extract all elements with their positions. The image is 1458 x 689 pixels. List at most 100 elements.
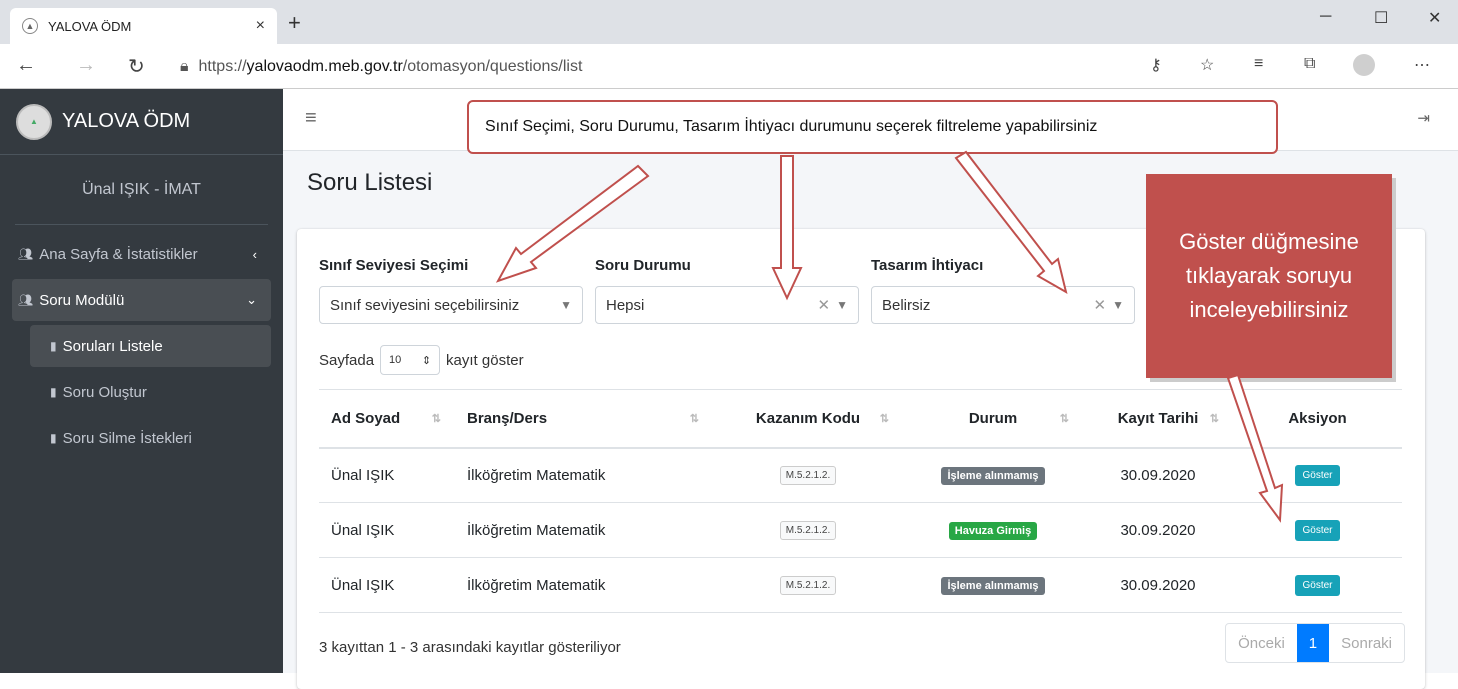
code-badge: M.5.2.1.2. xyxy=(779,576,837,595)
cell-name: Ünal IŞIK xyxy=(319,502,455,558)
minimize-icon[interactable]: ─ xyxy=(1320,8,1331,26)
chevron-left-icon: ‹ xyxy=(252,246,257,262)
cell-name: Ünal IŞIK xyxy=(319,447,455,503)
user-name: Ünal IŞIK - İMAT xyxy=(82,180,201,198)
chevron-down-icon: ⌄ xyxy=(246,292,257,307)
clear-icon[interactable]: ✕ xyxy=(818,296,831,314)
sort-icon: ⇅ xyxy=(1209,413,1219,425)
page-title: Soru Listesi xyxy=(307,169,433,196)
column-header-status[interactable]: Durum ⇅ xyxy=(903,389,1083,449)
chevron-down-icon: ▼ xyxy=(836,298,848,312)
sidebar-item-question-module[interactable]: 👥︎ Soru Modülü ⌄ xyxy=(12,279,271,321)
sidebar-item-list-questions[interactable]: ▮ Soruları Listele xyxy=(30,325,271,367)
show-annotation-callout: Göster düğmesine tıklayarak soruyu incel… xyxy=(1146,174,1392,378)
more-menu-icon[interactable]: ⋯ xyxy=(1414,55,1430,75)
url-host: yalovaodm.meb.gov.tr xyxy=(246,58,403,75)
url-prefix: https:// xyxy=(198,58,247,75)
favorite-star-icon[interactable]: ☆ xyxy=(1200,55,1214,75)
user-panel[interactable]: Ünal IŞIK - İMAT xyxy=(15,155,268,225)
design-filter-select[interactable]: Belirsiz ✕ ▼ xyxy=(871,286,1135,324)
users-icon: 👥︎ xyxy=(18,293,34,307)
sidebar-nav: 👥︎ Ana Sayfa & İstatistikler ‹ 👥︎ Soru M… xyxy=(0,225,283,471)
column-header-name[interactable]: Ad Soyad ⇅ xyxy=(319,389,455,449)
url-path: /otomasyon/questions/list xyxy=(402,58,583,75)
column-header-date[interactable]: Kayıt Tarihi ⇅ xyxy=(1083,389,1233,449)
filter-annotation-callout: Sınıf Seçimi, Soru Durumu, Tasarım İhtiy… xyxy=(467,100,1278,154)
browser-tab-title: YALOVA ÖDM xyxy=(48,18,132,34)
site-favicon-icon: ▲ xyxy=(22,18,38,34)
page-length-value: 10 xyxy=(389,354,402,366)
design-filter-value: Belirsiz xyxy=(882,296,931,314)
updown-icon: ⇕ xyxy=(421,354,432,367)
status-badge: Havuza Girmiş xyxy=(948,521,1038,540)
table-row: Ünal IŞIK İlköğretim Matematik M.5.2.1.2… xyxy=(319,502,1402,558)
cell-branch: İlköğretim Matematik xyxy=(455,557,713,613)
status-badge: İşleme alınmamış xyxy=(941,576,1045,595)
previous-page-button[interactable]: Önceki xyxy=(1226,624,1297,662)
profile-avatar[interactable] xyxy=(1353,54,1375,76)
sort-icon: ⇅ xyxy=(431,413,441,425)
sort-icon: ⇅ xyxy=(879,413,889,425)
lock-icon: 🔒︎ xyxy=(180,58,189,75)
sidebar-item-label: Soru Oluştur xyxy=(62,383,147,401)
code-badge: M.5.2.1.2. xyxy=(779,521,837,540)
logout-icon[interactable]: ⇥ xyxy=(1417,109,1430,127)
close-tab-icon[interactable]: × xyxy=(256,17,265,35)
cell-branch: İlköğretim Matematik xyxy=(455,502,713,558)
question-table: Ad Soyad ⇅ Branş/Ders ⇅ Kazanım Kodu ⇅ Duru… xyxy=(319,389,1402,613)
address-bar[interactable]: 🔒︎ https://yalovaodm.meb.gov.tr/otomasyo… xyxy=(180,53,1240,81)
collections-icon[interactable]: ⧉ xyxy=(1304,55,1315,73)
sidebar-item-dashboard[interactable]: 👥︎ Ana Sayfa & İstatistikler ‹ xyxy=(12,233,271,275)
class-filter-label: Sınıf Seviyesi Seçimi xyxy=(319,257,469,274)
page-length-prefix: Sayfada xyxy=(319,351,375,369)
chevron-down-icon: ▼ xyxy=(560,298,572,312)
sidebar-item-label: Soru Silme İstekleri xyxy=(62,429,192,447)
menu-toggle-icon[interactable]: ≡ xyxy=(305,107,317,130)
table-info: 3 kayıttan 1 - 3 arasındaki kayıtlar gös… xyxy=(319,639,621,656)
sidebar-item-delete-requests[interactable]: ▮ Soru Silme İstekleri xyxy=(30,417,271,459)
chevron-down-icon: ▼ xyxy=(1112,298,1124,312)
class-filter-select[interactable]: Sınıf seviyesini seçebilirsiniz ▼ xyxy=(319,286,583,324)
show-button[interactable]: Göster xyxy=(1295,519,1340,541)
new-tab-button[interactable]: + xyxy=(288,10,301,36)
sort-icon: ⇅ xyxy=(1059,413,1069,425)
sidebar-item-create-question[interactable]: ▮ Soru Oluştur xyxy=(30,371,271,413)
clear-icon[interactable]: ✕ xyxy=(1094,296,1107,314)
code-badge: M.5.2.1.2. xyxy=(779,466,837,486)
refresh-icon[interactable]: ↻ xyxy=(128,54,145,79)
key-icon[interactable]: ⚷ xyxy=(1150,55,1162,75)
sidebar-item-label: Soruları Listele xyxy=(62,337,163,355)
sort-icon: ⇅ xyxy=(689,413,699,425)
forward-icon[interactable]: → xyxy=(76,54,96,77)
cell-date: 30.09.2020 xyxy=(1083,447,1233,503)
sidebar: ▲ YALOVA ÖDM Ünal IŞIK - İMAT 👥︎ Ana Say… xyxy=(0,89,283,673)
page-1-button[interactable]: 1 xyxy=(1296,624,1330,662)
show-button[interactable]: Göster xyxy=(1295,574,1340,596)
class-filter-value: Sınıf seviyesini seçebilirsiniz xyxy=(330,296,520,314)
pagination: Önceki 1 Sonraki xyxy=(1225,623,1405,663)
status-filter-select[interactable]: Hepsi ✕ ▼ xyxy=(595,286,859,324)
window-close-icon[interactable]: ✕ xyxy=(1428,8,1441,28)
maximize-icon[interactable]: ☐ xyxy=(1374,8,1388,28)
cell-name: Ünal IŞIK xyxy=(319,557,455,613)
sidebar-item-label: Ana Sayfa & İstatistikler xyxy=(39,245,198,263)
brand-logo-icon: ▲ xyxy=(16,103,52,140)
status-filter-label: Soru Durumu xyxy=(595,257,691,274)
design-filter-label: Tasarım İhtiyacı xyxy=(871,257,984,274)
column-header-action: Aksiyon xyxy=(1233,389,1402,449)
favorites-list-icon[interactable]: ≡ xyxy=(1254,55,1263,73)
status-badge: İşleme alınmamış xyxy=(941,466,1045,485)
page-length-select[interactable]: 10 ⇕ xyxy=(380,345,441,375)
column-header-branch[interactable]: Branş/Ders ⇅ xyxy=(455,389,713,449)
back-icon[interactable]: ← xyxy=(16,54,36,77)
browser-tab[interactable]: ▲ YALOVA ÖDM × xyxy=(10,8,277,44)
show-button[interactable]: Göster xyxy=(1295,464,1340,486)
trash-icon: ▮ xyxy=(50,431,57,445)
brand[interactable]: ▲ YALOVA ÖDM xyxy=(0,89,283,155)
next-page-button[interactable]: Sonraki xyxy=(1329,624,1404,662)
status-filter-value: Hepsi xyxy=(606,296,645,314)
cell-date: 30.09.2020 xyxy=(1083,557,1233,613)
column-header-code[interactable]: Kazanım Kodu ⇅ xyxy=(713,389,903,449)
table-row: Ünal IŞIK İlköğretim Matematik M.5.2.1.2… xyxy=(319,557,1402,613)
browser-tab-bar: ▲ YALOVA ÖDM × + ─ ☐ ✕ xyxy=(0,0,1458,44)
